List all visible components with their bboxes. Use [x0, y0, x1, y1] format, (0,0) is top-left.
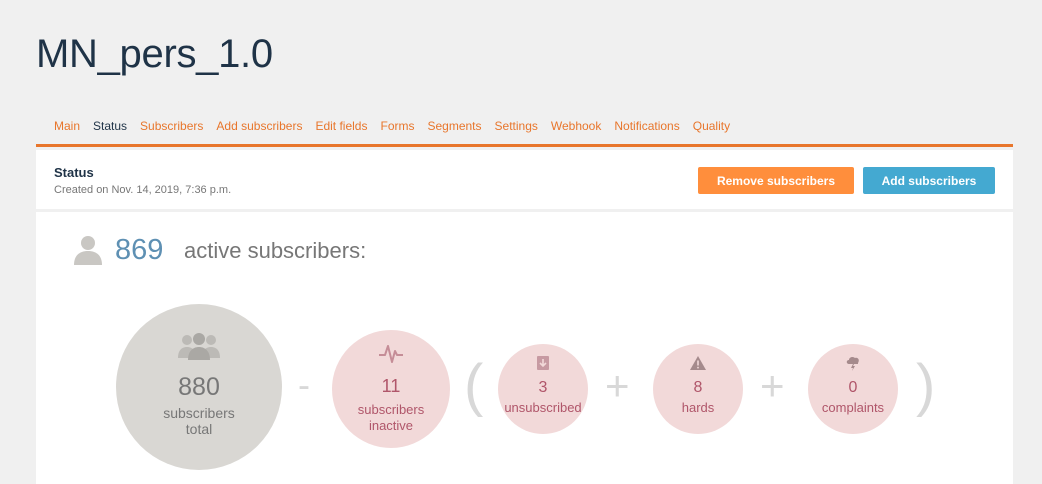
- users-icon: [178, 333, 220, 360]
- remove-subscribers-button[interactable]: Remove subscribers: [698, 167, 854, 194]
- storm-cloud-icon: [846, 356, 859, 371]
- add-subscribers-button[interactable]: Add subscribers: [863, 167, 995, 194]
- tab-edit-fields[interactable]: Edit fields: [315, 117, 367, 144]
- complaints-value: 0: [848, 379, 858, 396]
- tab-webhook[interactable]: Webhook: [551, 117, 601, 144]
- hards-circle: 8 hards: [653, 344, 743, 434]
- tab-subscribers[interactable]: Subscribers: [140, 117, 203, 144]
- inactive-label-1: subscribers: [357, 402, 425, 417]
- active-label: active subscribers:: [184, 238, 367, 263]
- tab-status[interactable]: Status: [93, 117, 127, 158]
- tab-settings[interactable]: Settings: [495, 117, 538, 144]
- total-subscribers-circle: 880 subscribers total: [116, 304, 282, 470]
- inactive-circle: 11 subscribers inactive: [332, 330, 450, 448]
- minus-operator: -: [298, 364, 310, 405]
- plus-operator-2: +: [760, 362, 785, 409]
- inactive-label-2: inactive: [368, 418, 414, 433]
- created-date: Created on Nov. 14, 2019, 7:36 p.m.: [54, 184, 232, 196]
- tab-notifications[interactable]: Notifications: [614, 117, 679, 144]
- tab-quality[interactable]: Quality: [693, 117, 730, 144]
- total-label-2: total: [185, 421, 213, 437]
- hards-label: hards: [681, 400, 715, 415]
- unsubscribed-value: 3: [538, 379, 548, 396]
- user-icon: [74, 236, 102, 265]
- warning-icon: [690, 356, 706, 370]
- close-paren: ): [916, 353, 936, 418]
- tab-segments[interactable]: Segments: [427, 117, 481, 144]
- unsubscribe-icon: [537, 356, 549, 370]
- tab-add-subscribers[interactable]: Add subscribers: [216, 117, 302, 144]
- tab-bar: Main Status Subscribers Add subscribers …: [36, 117, 1013, 158]
- complaints-label: complaints: [821, 400, 885, 415]
- status-title: Status: [54, 165, 94, 180]
- plus-operator-1: +: [605, 362, 630, 409]
- total-value: 880: [178, 373, 220, 401]
- tab-main[interactable]: Main: [54, 117, 80, 144]
- complaints-circle: 0 complaints: [808, 344, 898, 434]
- hards-value: 8: [693, 379, 703, 396]
- page-title: MN_pers_1.0: [36, 32, 273, 76]
- active-count: 869: [115, 234, 164, 266]
- tab-forms[interactable]: Forms: [380, 117, 414, 144]
- status-panel: Status Created on Nov. 14, 2019, 7:36 p.…: [36, 150, 1013, 484]
- open-paren: (: [464, 353, 484, 418]
- pulse-icon: [379, 345, 403, 363]
- inactive-value: 11: [381, 376, 401, 396]
- status-header: Status Created on Nov. 14, 2019, 7:36 p.…: [36, 150, 1013, 212]
- unsubscribed-label: unsubscribed: [504, 400, 582, 415]
- unsubscribed-circle: 3 unsubscribed: [498, 344, 588, 434]
- total-label-1: subscribers: [163, 405, 235, 421]
